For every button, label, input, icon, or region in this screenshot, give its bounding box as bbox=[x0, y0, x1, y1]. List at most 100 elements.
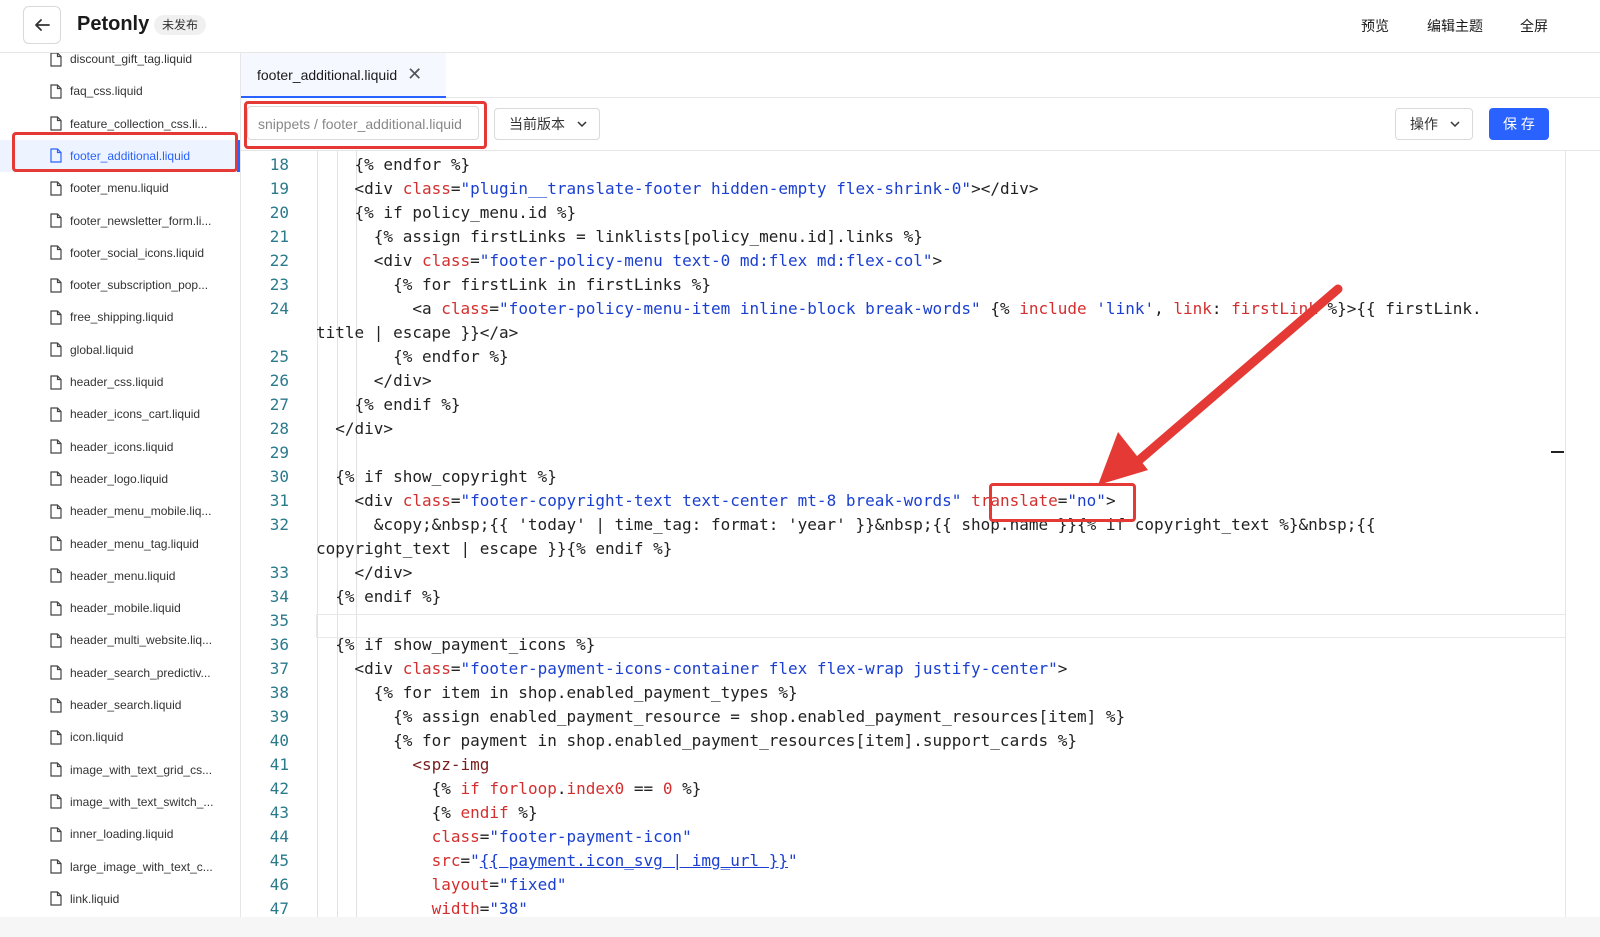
sidebar-file-item[interactable]: header_icons.liquid bbox=[0, 431, 240, 463]
code-line: 46 layout="fixed" bbox=[241, 873, 1565, 897]
line-number: 20 bbox=[269, 203, 289, 222]
fullscreen-link[interactable]: 全屏 bbox=[1520, 16, 1548, 36]
version-select-label: 当前版本 bbox=[509, 116, 565, 132]
sidebar-file-label: header_icons.liquid bbox=[70, 439, 174, 454]
file-icon bbox=[50, 374, 62, 390]
code-line-wrap: copyright_text | escape }}{% endif %} bbox=[241, 537, 1565, 561]
actions-select[interactable]: 操作 bbox=[1395, 108, 1473, 140]
close-icon[interactable]: ✕ bbox=[407, 64, 422, 85]
sidebar-file-label: header_menu_mobile.liq... bbox=[70, 504, 212, 519]
sidebar-file-item[interactable]: icon.liquid bbox=[0, 721, 240, 753]
code-line: 24 <a class="footer-policy-menu-item inl… bbox=[241, 297, 1565, 321]
code-line-wrap: title | escape }}</a> bbox=[241, 321, 1565, 345]
line-number: 40 bbox=[269, 731, 289, 750]
line-number: 38 bbox=[269, 683, 289, 702]
code-line: 32 &copy;&nbsp;{{ 'today' | time_tag: fo… bbox=[241, 513, 1565, 537]
editor-scrollbar[interactable] bbox=[1565, 151, 1566, 917]
code-text: copyright_text | escape }}{% endif %} bbox=[316, 539, 673, 558]
sidebar-file-item[interactable]: header_menu.liquid bbox=[0, 560, 240, 592]
sidebar-file-item[interactable]: feature_collection_css.li... bbox=[0, 108, 240, 140]
sidebar-file-item[interactable]: inner_loading.liquid bbox=[0, 818, 240, 850]
sidebar-file-item[interactable]: footer_menu.liquid bbox=[0, 172, 240, 204]
sidebar-file-item[interactable]: free_shipping.liquid bbox=[0, 301, 240, 333]
line-number: 37 bbox=[269, 659, 289, 678]
file-icon bbox=[50, 730, 62, 745]
sidebar-file-item[interactable]: header_logo.liquid bbox=[0, 463, 240, 495]
line-number: 41 bbox=[269, 755, 289, 774]
save-button[interactable]: 保 存 bbox=[1489, 108, 1549, 140]
sidebar-file-item[interactable]: header_icons_cart.liquid bbox=[0, 398, 240, 430]
sidebar-file-item[interactable]: header_search.liquid bbox=[0, 689, 240, 721]
sidebar-file-item[interactable]: link.liquid bbox=[0, 883, 240, 915]
sidebar-file-item[interactable]: image_with_text_grid_cs... bbox=[0, 754, 240, 786]
code-line: 36 {% if show_payment_icons %} bbox=[241, 633, 1565, 657]
code-text: <a class="footer-policy-menu-item inline… bbox=[316, 299, 1482, 318]
code-text: {% assign firstLinks = linklists[policy_… bbox=[316, 227, 923, 246]
sidebar-file-label: image_with_text_switch_... bbox=[70, 794, 214, 809]
sidebar-file-item[interactable]: header_mobile.liquid bbox=[0, 592, 240, 624]
code-text: <spz-img bbox=[412, 755, 490, 774]
code-text: {% if show_payment_icons %} bbox=[316, 635, 596, 654]
line-number: 21 bbox=[269, 227, 289, 246]
file-icon bbox=[50, 84, 62, 99]
sidebar-file-item[interactable]: footer_additional.liquid bbox=[0, 139, 240, 172]
sidebar-file-item[interactable]: discount_gift_tag.liquid bbox=[0, 53, 240, 75]
line-number: 27 bbox=[269, 395, 289, 414]
file-icon bbox=[50, 568, 62, 583]
code-line: 42 {% if forloop.index0 == 0 %} bbox=[241, 777, 1565, 801]
sidebar-file-item[interactable]: image_with_text_switch_... bbox=[0, 786, 240, 818]
file-icon bbox=[50, 439, 62, 454]
preview-link[interactable]: 预览 bbox=[1361, 16, 1389, 36]
sidebar-file-item[interactable]: header_menu_tag.liquid bbox=[0, 528, 240, 560]
sidebar-file-label: footer_newsletter_form.li... bbox=[70, 213, 212, 228]
sidebar-file-item[interactable]: large_image_with_text_c... bbox=[0, 851, 240, 883]
code-text: <div class="footer-policy-menu text-0 md… bbox=[316, 251, 943, 270]
code-line: 44 class="footer-payment-icon" bbox=[241, 825, 1565, 849]
top-bar: Petonly 未发布 预览 编辑主题 全屏 bbox=[0, 0, 1600, 53]
code-text: &copy;&nbsp;{{ 'today' | time_tag: forma… bbox=[316, 515, 1376, 534]
line-number: 47 bbox=[269, 899, 289, 917]
code-line: 19 <div class="plugin__translate-footer … bbox=[241, 177, 1565, 201]
code-line: 35 bbox=[241, 609, 1565, 633]
sidebar-file-label: header_logo.liquid bbox=[70, 471, 169, 486]
tab-footer-additional[interactable]: footer_additional.liquid ✕ bbox=[241, 53, 446, 98]
edit-theme-link[interactable]: 编辑主题 bbox=[1427, 16, 1483, 36]
sidebar-file-item[interactable]: footer_newsletter_form.li... bbox=[0, 205, 240, 237]
line-number: 33 bbox=[269, 563, 289, 582]
version-select[interactable]: 当前版本 bbox=[494, 108, 600, 140]
sidebar-file-label: header_css.liquid bbox=[70, 375, 164, 389]
code-text: width="38" bbox=[431, 899, 528, 917]
code-text: {% assign enabled_payment_resource = sho… bbox=[316, 707, 1126, 726]
sidebar-file-label: header_search_predictiv... bbox=[70, 665, 211, 680]
code-text: {% for firstLink in firstLinks %} bbox=[316, 275, 711, 294]
sidebar-file-item[interactable]: header_menu_mobile.liq... bbox=[0, 495, 240, 527]
sidebar-file-item[interactable]: header_search_predictiv... bbox=[0, 657, 240, 689]
code-line: 31 <div class="footer-copyright-text tex… bbox=[241, 489, 1565, 513]
sidebar-file-item[interactable]: header_css.liquid bbox=[0, 366, 240, 398]
code-line: 18 {% endfor %} bbox=[241, 153, 1565, 177]
line-number: 25 bbox=[269, 347, 289, 366]
code-line: 40 {% for payment in shop.enabled_paymen… bbox=[241, 729, 1565, 753]
code-text: </div> bbox=[316, 419, 394, 438]
code-text: src="{{ payment.icon_svg | img_url }}" bbox=[431, 851, 798, 870]
sidebar-file-item[interactable]: faq_css.liquid bbox=[0, 75, 240, 107]
line-number: 44 bbox=[269, 827, 289, 846]
code-text: </div> bbox=[316, 563, 413, 582]
sidebar-file-item[interactable]: footer_social_icons.liquid bbox=[0, 237, 240, 269]
sidebar-file-item[interactable]: header_multi_website.liq... bbox=[0, 624, 240, 656]
file-icon bbox=[50, 762, 62, 777]
file-icon bbox=[50, 213, 62, 228]
code-line: 41 <spz-img bbox=[241, 753, 1565, 777]
sidebar-file-label: header_search.liquid bbox=[70, 698, 182, 712]
sidebar-file-item[interactable]: footer_subscription_pop... bbox=[0, 269, 240, 301]
sidebar-file-label: feature_collection_css.li... bbox=[70, 116, 208, 131]
code-text: {% endif %} bbox=[316, 395, 461, 414]
line-number: 31 bbox=[269, 491, 289, 510]
code-editor[interactable]: 18 {% endfor %} 19 <div class="plugin__t… bbox=[241, 151, 1565, 917]
back-button[interactable] bbox=[23, 6, 61, 44]
sidebar-file-label: footer_additional.liquid bbox=[70, 148, 191, 163]
sidebar-file-item[interactable]: global.liquid bbox=[0, 334, 240, 366]
file-icon bbox=[50, 116, 62, 131]
code-line: 30 {% if show_copyright %} bbox=[241, 465, 1565, 489]
line-number: 28 bbox=[269, 419, 289, 438]
